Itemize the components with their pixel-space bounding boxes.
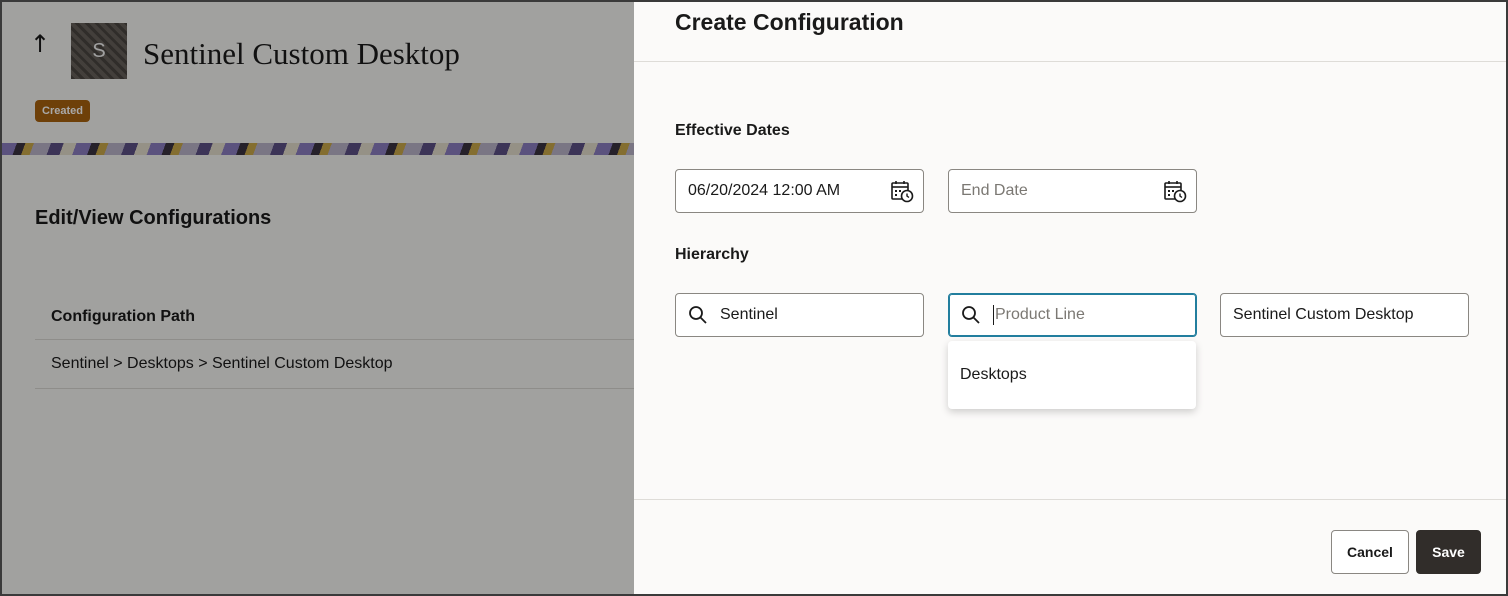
product-line-dropdown: Desktops xyxy=(948,341,1196,409)
product-line-search-input[interactable]: Product Line xyxy=(948,293,1197,337)
end-date-placeholder: End Date xyxy=(961,182,1028,199)
calendar-clock-icon[interactable] xyxy=(890,179,914,203)
effective-dates-label: Effective Dates xyxy=(675,122,790,139)
search-icon xyxy=(962,306,980,324)
product-value: Sentinel Custom Desktop xyxy=(1233,306,1414,323)
drawer-title: Create Configuration xyxy=(675,9,904,35)
app-frame: ↑ S Sentinel Custom Desktop Created Edit… xyxy=(0,0,1508,596)
product-line-placeholder-text: Product Line xyxy=(995,306,1085,324)
start-date-field[interactable]: 06/20/2024 12:00 AM xyxy=(675,169,924,213)
dropdown-option-desktops[interactable]: Desktops xyxy=(960,366,1027,384)
save-button[interactable]: Save xyxy=(1416,530,1481,574)
hierarchy-label: Hierarchy xyxy=(675,246,749,263)
drawer-header: Create Configuration xyxy=(634,2,1506,62)
cancel-button[interactable]: Cancel xyxy=(1331,530,1409,574)
end-date-field[interactable]: End Date xyxy=(948,169,1197,213)
start-date-value: 06/20/2024 12:00 AM xyxy=(688,182,841,199)
calendar-clock-icon[interactable] xyxy=(1163,179,1187,203)
product-input[interactable]: Sentinel Custom Desktop xyxy=(1220,293,1469,337)
product-family-search-input[interactable]: Sentinel xyxy=(675,293,924,337)
modal-scrim[interactable] xyxy=(2,2,634,594)
drawer-footer: Cancel Save xyxy=(634,499,1506,594)
create-configuration-drawer: Create Configuration Effective Dates 06/… xyxy=(634,2,1506,594)
search-icon xyxy=(689,306,707,324)
text-caret xyxy=(993,305,994,325)
